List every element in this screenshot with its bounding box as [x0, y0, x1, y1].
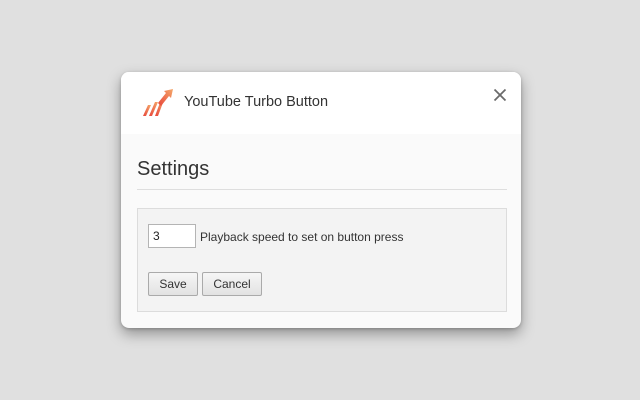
playback-speed-input[interactable]: [148, 224, 196, 248]
settings-dialog: YouTube Turbo Button Settings Playback s…: [121, 72, 521, 328]
save-button[interactable]: Save: [148, 272, 198, 296]
turbo-arrow-icon: [140, 88, 174, 118]
dialog-header: YouTube Turbo Button: [121, 72, 521, 134]
settings-heading: Settings: [137, 158, 210, 180]
playback-speed-label: Playback speed to set on button press: [200, 230, 404, 244]
section-divider: [137, 189, 507, 190]
settings-panel: Playback speed to set on button press Sa…: [137, 208, 507, 312]
close-icon[interactable]: [490, 85, 510, 105]
app-title: YouTube Turbo Button: [184, 94, 329, 110]
cancel-button[interactable]: Cancel: [202, 272, 262, 296]
